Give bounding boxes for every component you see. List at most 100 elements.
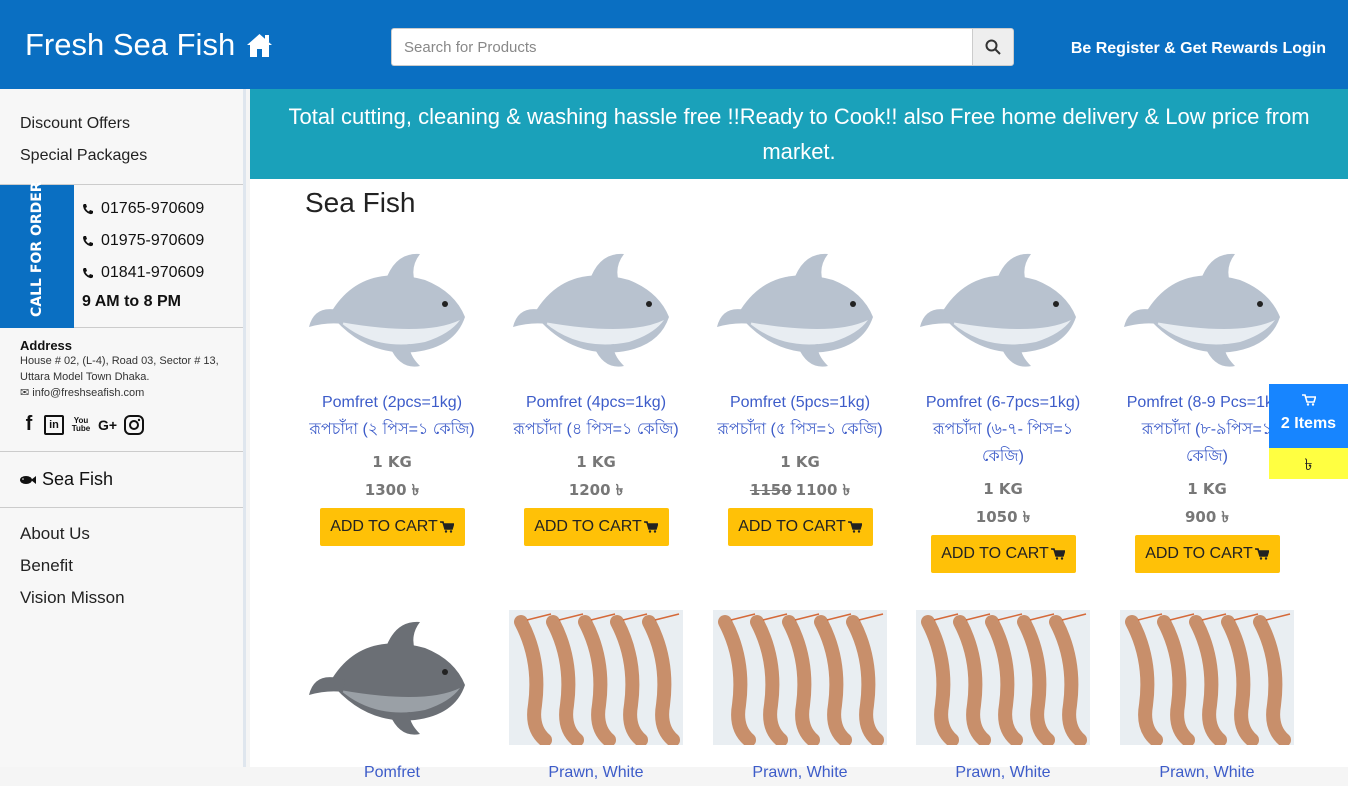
address-title: Address bbox=[20, 338, 73, 353]
product-name-bn[interactable]: রূপচাঁদা (৮-৯পিস=১ কেজি) bbox=[1120, 416, 1294, 470]
section-title: Sea Fish bbox=[305, 187, 416, 218]
sidebar-item-benefit[interactable]: Benefit bbox=[20, 550, 223, 582]
opening-hours: 9 AM to 8 PM bbox=[82, 293, 181, 310]
phone-icon bbox=[83, 268, 93, 279]
sidebar-item-vision-mission[interactable]: Vision Misson bbox=[20, 582, 223, 614]
search-bar bbox=[391, 28, 1014, 66]
product-name-en[interactable]: Prawn, White bbox=[713, 759, 887, 786]
brand[interactable]: Fresh Sea Fish bbox=[25, 27, 274, 63]
cart-summary[interactable]: 2 Items bbox=[1269, 384, 1348, 448]
sidebar: Discount Offers Special Packages CALL FO… bbox=[0, 89, 246, 767]
sidebar-item-sea-fish[interactable]: Sea Fish bbox=[0, 452, 243, 508]
product-image bbox=[305, 610, 479, 745]
email-link[interactable]: info@freshseafish.com bbox=[32, 387, 144, 399]
google-plus-icon[interactable]: G+ bbox=[98, 417, 117, 433]
brand-name[interactable]: Fresh Sea Fish bbox=[25, 27, 235, 63]
add-to-cart-button[interactable]: ADD TO CART bbox=[727, 508, 873, 546]
phone-item[interactable]: 01765-970609 bbox=[82, 193, 204, 225]
phone-icon bbox=[83, 204, 93, 215]
header-links: Be Register & Get Rewards Login bbox=[1071, 40, 1326, 58]
add-to-cart-button[interactable]: ADD TO CART bbox=[1134, 535, 1280, 573]
search-button[interactable] bbox=[972, 28, 1014, 66]
product-name-bn[interactable]: রূপচাঁদা (৬-৭- পিস=১ কেজি) bbox=[916, 416, 1090, 470]
cart-icon bbox=[1254, 548, 1269, 560]
call-for-order: CALL FOR ORDER 01765-970609 01975-970609… bbox=[0, 180, 243, 328]
cart-total: ৳ bbox=[1269, 448, 1348, 479]
product-name[interactable]: Pomfret (8-9 Pcs=1kg) রূপচাঁদা (৮-৯পিস=১ … bbox=[1120, 389, 1294, 470]
product-card[interactable]: Pomfret (5pcs=1kg) রূপচাঁদা (৫ পিস=১ কেজি… bbox=[713, 242, 887, 546]
product-image bbox=[916, 242, 1090, 377]
add-to-cart-label: ADD TO CART bbox=[1145, 545, 1253, 562]
product-name-en[interactable]: Pomfret (2pcs=1kg) bbox=[305, 389, 479, 416]
sidebar-item-special-packages[interactable]: Special Packages bbox=[20, 140, 223, 172]
product-name-en[interactable]: Prawn, White bbox=[1120, 759, 1294, 786]
product-name[interactable]: Pomfret (5pcs=1kg) রূপচাঁদা (৫ পিস=১ কেজি… bbox=[713, 389, 887, 443]
product-card[interactable]: Pomfret (4pcs=1kg) রূপচাঁদা (৪ পিস=১ কেজি… bbox=[509, 242, 683, 546]
product-card[interactable]: Prawn, White bbox=[509, 610, 683, 786]
add-to-cart-label: ADD TO CART bbox=[534, 518, 642, 535]
product-name-en[interactable]: Pomfret bbox=[305, 759, 479, 786]
cart-icon bbox=[439, 521, 454, 533]
youtube-icon[interactable]: You Tube bbox=[70, 416, 92, 433]
product-unit: 1 KG bbox=[576, 453, 616, 471]
linkedin-icon[interactable]: in bbox=[44, 414, 64, 435]
floating-cart[interactable]: 2 Items ৳ bbox=[1269, 384, 1348, 479]
instagram-glyph bbox=[124, 414, 145, 435]
add-to-cart-button[interactable]: ADD TO CART bbox=[523, 508, 669, 546]
phone-icon bbox=[83, 236, 93, 247]
login-link[interactable]: Login bbox=[1282, 40, 1326, 57]
sidebar-item-about-us[interactable]: About Us bbox=[20, 518, 223, 550]
cart-icon bbox=[847, 521, 862, 533]
product-image bbox=[713, 242, 887, 377]
register-link[interactable]: Be Register & Get Rewards bbox=[1071, 40, 1278, 57]
product-name-bn[interactable]: রূপচাঁদা (৪ পিস=১ কেজি) bbox=[509, 416, 683, 443]
facebook-icon[interactable]: f bbox=[20, 413, 38, 436]
product-card[interactable]: Pomfret (8-9 Pcs=1kg) রূপচাঁদা (৮-৯পিস=১ … bbox=[1120, 242, 1294, 573]
product-name-en[interactable]: Prawn, White bbox=[916, 759, 1090, 786]
search-input[interactable] bbox=[391, 28, 972, 66]
fish-icon bbox=[20, 475, 36, 484]
cart-count: 2 Items bbox=[1280, 415, 1337, 432]
add-to-cart-button[interactable]: ADD TO CART bbox=[319, 508, 465, 546]
product-price: 1100 ৳ bbox=[795, 481, 851, 499]
product-name-en[interactable]: Pomfret (5pcs=1kg) bbox=[713, 389, 887, 416]
product-image bbox=[509, 242, 683, 377]
add-to-cart-label: ADD TO CART bbox=[738, 518, 846, 535]
product-name-en[interactable]: Pomfret (8-9 Pcs=1kg) bbox=[1120, 389, 1294, 416]
product-name[interactable]: Pomfret (4pcs=1kg) রূপচাঁদা (৪ পিস=১ কেজি… bbox=[509, 389, 683, 443]
product-card[interactable]: Pomfret (6-7pcs=1kg) রূপচাঁদা (৬-৭- পিস=১… bbox=[916, 242, 1090, 573]
site-header: Fresh Sea Fish Be Register & Get Rewards… bbox=[0, 0, 1348, 89]
product-name[interactable]: Pomfret (6-7pcs=1kg) রূপচাঁদা (৬-৭- পিস=১… bbox=[916, 389, 1090, 470]
product-name-en[interactable]: Pomfret (4pcs=1kg) bbox=[509, 389, 683, 416]
add-to-cart-label: ADD TO CART bbox=[330, 518, 438, 535]
phone-number: 01975-970609 bbox=[101, 232, 205, 249]
product-card[interactable]: Pomfret (2pcs=1kg) রূপচাঁদা (২ পিস=১ কেজি… bbox=[305, 242, 479, 546]
product-name-bn[interactable]: রূপচাঁদা (২ পিস=১ কেজি) bbox=[305, 416, 479, 443]
cart-icon bbox=[643, 521, 658, 533]
product-image bbox=[1120, 242, 1294, 377]
add-to-cart-button[interactable]: ADD TO CART bbox=[930, 535, 1076, 573]
product-price-line: 1300 ৳ bbox=[305, 479, 479, 504]
product-card[interactable]: Prawn, White bbox=[916, 610, 1090, 786]
call-band: CALL FOR ORDER bbox=[0, 180, 74, 328]
promo-banner: Total cutting, cleaning & washing hassle… bbox=[250, 89, 1348, 179]
product-name-bn[interactable]: রূপচাঁদা (৫ পিস=১ কেজি) bbox=[713, 416, 887, 443]
product-card[interactable]: Prawn, White bbox=[713, 610, 887, 786]
cart-icon bbox=[1050, 548, 1065, 560]
product-price: 1200 ৳ bbox=[568, 481, 624, 499]
product-price: 1050 ৳ bbox=[975, 508, 1031, 526]
phone-item[interactable]: 01975-970609 bbox=[82, 225, 204, 257]
product-name[interactable]: Pomfret (2pcs=1kg) রূপচাঁদা (২ পিস=১ কেজি… bbox=[305, 389, 479, 443]
product-name-en[interactable]: Pomfret (6-7pcs=1kg) bbox=[916, 389, 1090, 416]
address-block: Address House # 02, (L-4), Road 03, Sect… bbox=[0, 328, 243, 452]
product-price-line: 1150 1100 ৳ bbox=[713, 479, 887, 504]
product-card[interactable]: Prawn, White bbox=[1120, 610, 1294, 786]
product-name-en[interactable]: Prawn, White bbox=[509, 759, 683, 786]
product-unit: 1 KG bbox=[1187, 480, 1227, 498]
product-card[interactable]: Pomfret bbox=[305, 610, 479, 786]
phone-list: 01765-970609 01975-970609 01841-970609 9… bbox=[82, 193, 204, 311]
phone-item[interactable]: 01841-970609 bbox=[82, 257, 204, 289]
sidebar-item-discount-offers[interactable]: Discount Offers bbox=[20, 108, 223, 140]
call-label: CALL FOR ORDER bbox=[29, 180, 45, 317]
instagram-icon[interactable] bbox=[123, 414, 145, 436]
